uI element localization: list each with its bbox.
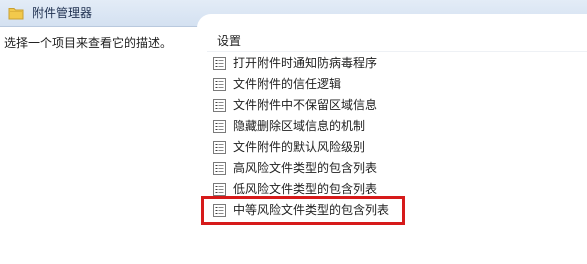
policy-setting-icon — [213, 204, 226, 217]
setting-label: 打开附件时通知防病毒程序 — [233, 56, 378, 70]
policy-setting-icon — [213, 141, 226, 154]
setting-item-default-risk-level[interactable]: 文件附件的默认风险级别 — [213, 137, 389, 158]
policy-setting-icon — [213, 120, 226, 133]
settings-column-header[interactable]: 设置 — [217, 33, 241, 49]
setting-label: 隐藏删除区域信息的机制 — [233, 119, 366, 133]
folder-icon — [8, 8, 24, 20]
setting-label: 文件附件的默认风险级别 — [233, 140, 366, 154]
policy-setting-icon — [213, 99, 226, 112]
setting-item-trust-logic[interactable]: 文件附件的信任逻辑 — [213, 74, 389, 95]
policy-setting-icon — [213, 162, 226, 175]
policy-setting-icon — [213, 78, 226, 91]
settings-list: 打开附件时通知防病毒程序 文件附件的信任逻辑 文件附件中不保留区域信息 隐藏删除… — [213, 53, 389, 221]
setting-item-do-not-preserve-zone[interactable]: 文件附件中不保留区域信息 — [213, 95, 389, 116]
setting-label: 高风险文件类型的包含列表 — [233, 161, 378, 175]
window-title: 附件管理器 — [32, 6, 93, 20]
description-text: 选择一个项目来查看它的描述。 — [4, 36, 173, 50]
setting-item-high-risk-list[interactable]: 高风险文件类型的包含列表 — [213, 158, 389, 179]
setting-item-low-risk-list[interactable]: 低风险文件类型的包含列表 — [213, 179, 389, 200]
setting-label: 文件附件中不保留区域信息 — [233, 98, 378, 112]
setting-label: 低风险文件类型的包含列表 — [233, 182, 378, 196]
setting-item-notify-antivirus[interactable]: 打开附件时通知防病毒程序 — [213, 53, 389, 74]
setting-item-moderate-risk-list[interactable]: 中等风险文件类型的包含列表 — [213, 200, 389, 221]
policy-setting-icon — [213, 57, 226, 70]
setting-item-hide-zone-removal[interactable]: 隐藏删除区域信息的机制 — [213, 116, 389, 137]
setting-label: 中等风险文件类型的包含列表 — [233, 203, 390, 217]
setting-label: 文件附件的信任逻辑 — [233, 77, 342, 91]
policy-setting-icon — [213, 183, 226, 196]
header-divider — [207, 51, 587, 52]
